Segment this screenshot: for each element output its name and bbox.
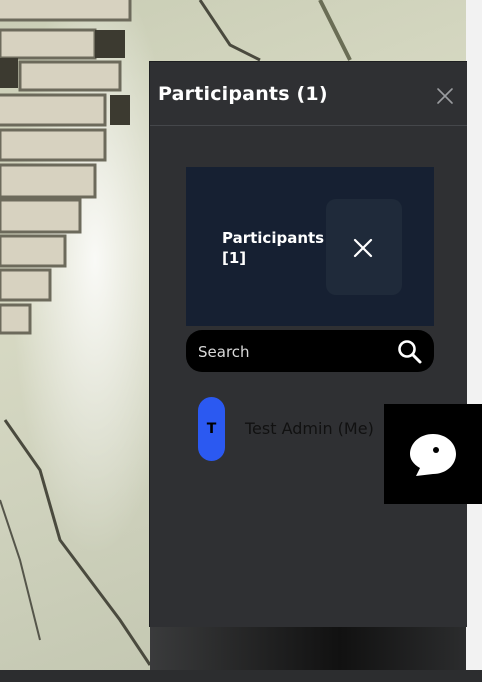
search-icon[interactable] xyxy=(397,339,423,365)
search-box xyxy=(186,330,434,372)
card-title: Participants [1] xyxy=(222,229,325,267)
participant-item[interactable]: T Test Admin (Me) xyxy=(198,397,398,461)
participants-card: Participants [1] xyxy=(186,167,434,326)
card-close-button[interactable] xyxy=(326,199,402,295)
search-input[interactable] xyxy=(196,338,390,366)
right-edge xyxy=(466,0,482,670)
avatar: T xyxy=(198,397,225,461)
panel-title: Participants (1) xyxy=(158,83,328,105)
chat-button[interactable] xyxy=(384,404,482,504)
panel-close-button[interactable] xyxy=(436,87,454,105)
dark-floor-area xyxy=(150,625,466,670)
participant-name: Test Admin (Me) xyxy=(245,419,374,438)
panel-header: Participants (1) xyxy=(150,62,467,126)
chat-bubble-icon xyxy=(410,434,456,476)
close-icon xyxy=(437,88,453,104)
participants-panel: Participants (1) Participants [1] T Test… xyxy=(149,61,467,627)
bottom-bar xyxy=(0,670,482,682)
close-icon xyxy=(353,238,373,258)
